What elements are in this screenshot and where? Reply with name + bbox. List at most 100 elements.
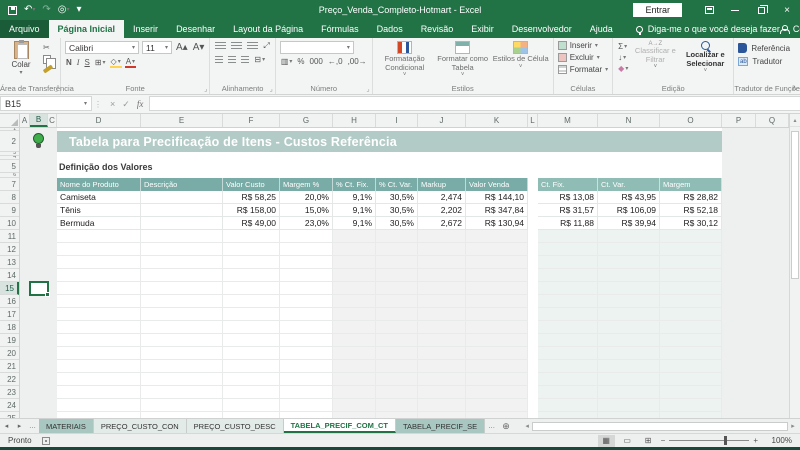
empty-cell[interactable] [57,321,141,334]
table-cell[interactable]: 2,474 [418,191,466,204]
row-header-21[interactable]: 21 [0,360,19,373]
empty-cell[interactable] [280,282,333,295]
find-select-button[interactable]: Localizar e Selecionar ˅ [681,41,729,75]
insert-cells-button[interactable]: Inserir ▾ [557,41,608,50]
selected-cell[interactable] [29,281,50,297]
cancel-entry-icon[interactable]: × [110,99,115,109]
restore-button[interactable] [748,0,774,20]
empty-cell[interactable] [333,256,376,269]
column-header-I[interactable]: I [376,114,418,127]
row-header-23[interactable]: 23 [0,386,19,399]
empty-cell[interactable] [538,386,598,399]
empty-cell[interactable] [598,230,660,243]
confirm-entry-icon[interactable]: ✓ [122,99,130,110]
row-header-13[interactable]: 13 [0,256,19,269]
empty-cell[interactable] [57,308,141,321]
row-header-18[interactable]: 18 [0,321,19,334]
empty-cell[interactable] [223,321,280,334]
empty-cell[interactable] [376,386,418,399]
empty-cell[interactable] [660,373,722,386]
sheet-tab-preço_custo_con[interactable]: PREÇO_CUSTO_CON [93,419,187,433]
empty-cell[interactable] [598,386,660,399]
close-button[interactable]: × [774,0,800,20]
ribbon-tab-layout-da-página[interactable]: Layout da Página [224,20,312,38]
table-cell[interactable]: R$ 30,12 [660,217,722,230]
cut-icon[interactable]: ✂ [42,43,56,52]
row-header-11[interactable]: 11 [0,230,19,243]
bold-button[interactable]: N [65,58,73,67]
empty-cell[interactable] [376,321,418,334]
empty-cell[interactable] [598,269,660,282]
empty-cell[interactable] [418,373,466,386]
empty-cell[interactable] [280,295,333,308]
empty-cell[interactable] [418,269,466,282]
table-cell[interactable]: R$ 39,94 [598,217,660,230]
row-header-14[interactable]: 14 [0,269,19,282]
empty-cell[interactable] [57,282,141,295]
empty-cell[interactable] [141,243,223,256]
row-header-7[interactable]: 7 [0,178,19,191]
empty-cell[interactable] [141,269,223,282]
empty-cell[interactable] [598,321,660,334]
empty-cell[interactable] [280,230,333,243]
empty-cell[interactable] [466,243,528,256]
empty-cell[interactable] [598,360,660,373]
column-header-L[interactable]: L [528,114,538,127]
empty-cell[interactable] [538,360,598,373]
zoom-level[interactable]: 100% [762,436,792,445]
empty-cell[interactable] [141,399,223,412]
row-header-8[interactable]: 8 [0,191,19,204]
delete-cells-button[interactable]: Excluir ▾ [557,53,608,62]
page-layout-view-icon[interactable]: ▭ [619,435,636,447]
format-cells-button[interactable]: Formatar ▾ [557,65,608,74]
table-cell[interactable]: R$ 130,94 [466,217,528,230]
table-cell[interactable]: Bermuda [57,217,141,230]
empty-cell[interactable] [466,399,528,412]
percent-style-icon[interactable]: % [296,57,305,66]
empty-cell[interactable] [57,386,141,399]
empty-cell[interactable] [333,269,376,282]
empty-cell[interactable] [280,308,333,321]
font-color-icon[interactable]: A ▾ [124,57,137,68]
table-cell[interactable]: 30,5% [376,204,418,217]
horizontal-scrollbar[interactable]: ◂ ▸ [522,419,798,433]
align-left-icon[interactable] [214,55,224,64]
empty-cell[interactable] [598,308,660,321]
column-header-J[interactable]: J [418,114,466,127]
touch-mode-icon[interactable]: ◎ ▾ [58,5,70,15]
ribbon-tab-ajuda[interactable]: Ajuda [581,20,622,38]
column-header-A[interactable]: A [20,114,30,127]
table-cell[interactable]: R$ 28,82 [660,191,722,204]
decrease-decimal-icon[interactable]: ,00→ [347,57,368,66]
table-cell[interactable]: 30,5% [376,191,418,204]
zoom-out-icon[interactable]: − [661,436,666,445]
empty-cell[interactable] [223,386,280,399]
table-cell[interactable]: R$ 11,88 [538,217,598,230]
empty-cell[interactable] [466,269,528,282]
grow-font-icon[interactable]: A▴ [175,42,189,53]
empty-cell[interactable] [333,373,376,386]
empty-cell[interactable] [466,373,528,386]
font-size-select[interactable]: 11 ▾ [142,41,173,54]
empty-cell[interactable] [538,334,598,347]
minimize-button[interactable] [722,0,748,20]
column-header-K[interactable]: K [466,114,528,127]
clear-icon[interactable]: ◆ ▾ [617,64,629,73]
empty-cell[interactable] [660,256,722,269]
ribbon-tab-exibir[interactable]: Exibir [462,20,503,38]
cell-styles-button[interactable]: Estilos de Célula ˅ [493,41,549,82]
empty-cell[interactable] [418,256,466,269]
empty-cell[interactable] [538,308,598,321]
empty-cell[interactable] [141,295,223,308]
empty-cell[interactable] [418,230,466,243]
ribbon-tab-dados[interactable]: Dados [368,20,412,38]
vertical-scrollbar[interactable]: ▴ [789,114,800,418]
formula-input[interactable] [149,96,800,111]
table-cell[interactable]: 20,0% [280,191,333,204]
row-header-16[interactable]: 16 [0,295,19,308]
sheet-tab-preço_custo_desc[interactable]: PREÇO_CUSTO_DESC [186,419,284,433]
empty-cell[interactable] [538,256,598,269]
empty-cell[interactable] [376,399,418,412]
empty-cell[interactable] [141,321,223,334]
format-as-table-button[interactable]: Formatar como Tabela ˅ [435,41,491,82]
